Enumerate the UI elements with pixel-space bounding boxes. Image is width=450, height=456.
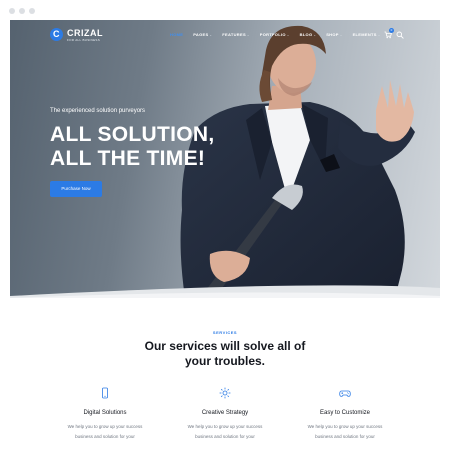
logo-mark[interactable]: C <box>50 28 63 41</box>
mobile-icon <box>102 387 108 399</box>
feature-desc-line: We help you to grow up your success <box>67 424 143 429</box>
hero-tagline: The experienced solution purveyors <box>50 108 146 114</box>
nav-item-blog[interactable]: BLOG⌄ <box>300 31 317 39</box>
feature-card-creative-strategy: Creative Strategy We help you to grow up… <box>165 387 285 442</box>
services-title-line1: Our services will solve all of <box>144 339 306 353</box>
browser-window-bar <box>0 0 450 20</box>
window-dot-minimize[interactable] <box>19 8 25 14</box>
feature-description: We help you to grow up your success busi… <box>285 422 405 442</box>
chevron-down-icon: ⌄ <box>339 33 343 37</box>
nav-item-label: HOME <box>170 32 184 37</box>
nav-item-label: FEATURES <box>222 32 246 37</box>
nav-item-portfolio[interactable]: PORTFOLIO⌄ <box>260 31 290 39</box>
hero-section: C CRIZAL FOR ALL BUSINESS HOME PAGES⌄ FE… <box>10 20 440 298</box>
logo-mark-letter: C <box>53 29 60 39</box>
cart-count-badge: 0 <box>389 28 394 33</box>
services-title: Our services will solve all of your trou… <box>10 339 440 369</box>
hero-headline: ALL SOLUTION, ALL THE TIME! <box>50 123 215 171</box>
feature-title: Easy to Customize <box>319 410 371 416</box>
feature-desc-line: business and solution for your <box>315 434 375 439</box>
page-frame: C CRIZAL FOR ALL BUSINESS HOME PAGES⌄ FE… <box>10 20 440 456</box>
nav-item-home[interactable]: HOME <box>170 31 183 39</box>
nav-item-label: PAGES <box>193 32 209 37</box>
nav-item-elements[interactable]: ELEMENTS⌄ <box>353 31 381 39</box>
logo-tagline: FOR ALL BUSINESS <box>67 38 101 42</box>
feature-title: Digital Solutions <box>83 410 127 416</box>
gamepad-icon <box>339 390 351 397</box>
services-label: SERVICES <box>212 330 238 335</box>
nav-menu: HOME PAGES⌄ FEATURES⌄ PORTFOLIO⌄ BLOG⌄ S… <box>170 31 391 39</box>
services-title-line2: your troubles. <box>184 354 265 368</box>
hero-bottom-curve <box>10 285 440 298</box>
chevron-down-icon: ⌄ <box>377 33 381 37</box>
logo-name[interactable]: CRIZAL <box>67 28 103 38</box>
feature-desc-line: business and solution for your <box>75 434 135 439</box>
chevron-down-icon: ⌄ <box>209 33 213 37</box>
sun-icon <box>219 387 231 399</box>
feature-title: Creative Strategy <box>201 410 249 416</box>
feature-card-digital-solutions: Digital Solutions We help you to grow up… <box>45 387 165 442</box>
search-icon[interactable] <box>396 31 404 39</box>
chevron-down-icon: ⌄ <box>286 33 290 37</box>
purchase-now-button[interactable]: Purchase Now <box>50 181 102 197</box>
feature-description: We help you to grow up your success busi… <box>165 422 285 442</box>
nav-item-shop[interactable]: SHOP⌄ <box>326 31 342 39</box>
main-nav: C CRIZAL FOR ALL BUSINESS HOME PAGES⌄ FE… <box>10 20 440 50</box>
feature-desc-line: business and solution for your <box>195 434 255 439</box>
window-dot-maximize[interactable] <box>29 8 35 14</box>
nav-item-features[interactable]: FEATURES⌄ <box>222 31 250 39</box>
nav-item-label: ELEMENTS <box>352 32 377 37</box>
chevron-down-icon: ⌄ <box>313 33 317 37</box>
nav-item-pages[interactable]: PAGES⌄ <box>193 31 212 39</box>
feature-desc-line: We help you to grow up your success <box>307 424 383 429</box>
nav-item-label: PORTFOLIO <box>259 32 286 37</box>
nav-item-label: BLOG <box>299 32 313 37</box>
nav-item-label: SHOP <box>326 32 339 37</box>
feature-card-easy-to-customize: Easy to Customize We help you to grow up… <box>285 387 405 442</box>
feature-description: We help you to grow up your success busi… <box>45 422 165 442</box>
hero-headline-line1: ALL SOLUTION, <box>50 123 215 146</box>
hero-headline-line2: ALL THE TIME! <box>50 147 206 170</box>
feature-desc-line: We help you to grow up your success <box>187 424 263 429</box>
window-dot-close[interactable] <box>9 8 15 14</box>
chevron-down-icon: ⌄ <box>246 33 250 37</box>
